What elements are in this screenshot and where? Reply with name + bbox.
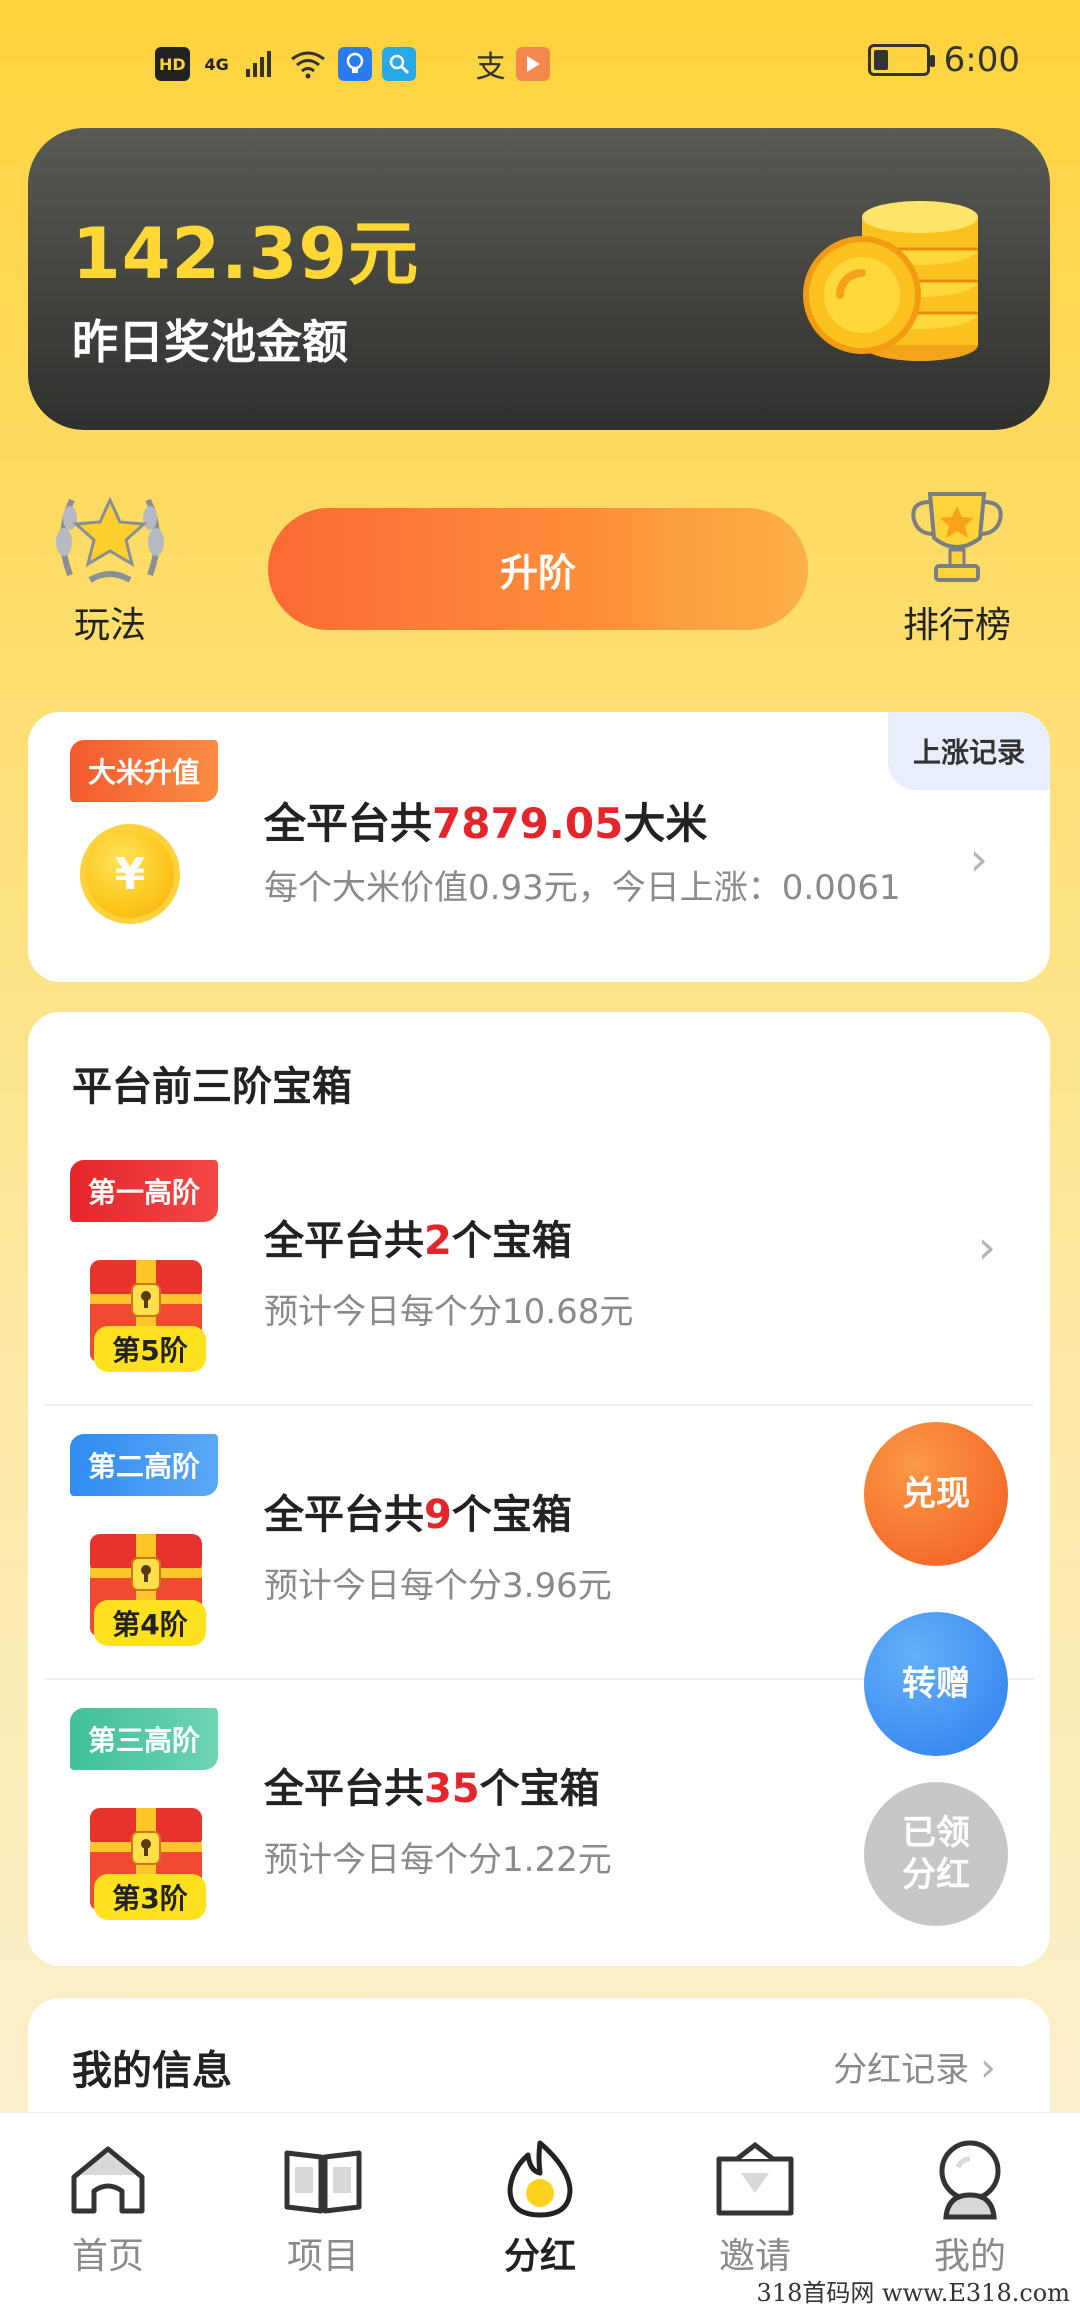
chest-tier-tag: 第一高阶: [70, 1160, 219, 1222]
chest-title-prefix: 全平台共: [264, 1766, 424, 1812]
nav-label-dividend: 分红: [503, 2236, 576, 2277]
nav-label-home: 首页: [71, 2236, 144, 2277]
dividend-record-link[interactable]: 分红记录 ›: [833, 2042, 996, 2091]
alipay-icon: 支: [475, 50, 506, 85]
chest-level-badge: 第3阶: [94, 1874, 206, 1920]
nav-item-home[interactable]: 首页: [43, 2137, 173, 2279]
wifi-icon: [290, 51, 325, 79]
chest-subtitle: 预计今日每个分3.96元: [264, 1566, 612, 1606]
chest-subtitle: 预计今日每个分10.68元: [264, 1292, 634, 1332]
chests-section-title: 平台前三阶宝箱: [72, 1064, 352, 1110]
chevron-right-icon: ›: [980, 2045, 996, 2091]
profile-icon: [939, 2140, 1001, 2220]
chest-level-badge: 第4阶: [94, 1600, 206, 1646]
rice-title-prefix: 全平台共: [264, 799, 433, 848]
chest-title-prefix: 全平台共: [264, 1218, 424, 1264]
nav-item-dividend[interactable]: 分红: [475, 2137, 605, 2279]
rice-value-card[interactable]: 大米升值 上涨记录 ¥ 全平台共7879.05大米 每个大米价值0.93元，今日…: [28, 712, 1050, 982]
chest-title-suffix: 个宝箱: [451, 1218, 572, 1264]
rice-subtitle: 每个大米价值0.93元，今日上涨：0.0061: [264, 868, 901, 908]
rules-entry[interactable]: 玩法: [50, 480, 170, 648]
chest-title: 全平台共2个宝箱: [264, 1208, 572, 1266]
ranking-label: 排行榜: [902, 605, 1011, 646]
home-icon: [71, 2146, 145, 2214]
site-watermark: 318首码网 www.E318.com: [756, 2279, 1070, 2307]
status-time: 6:00: [943, 40, 1020, 80]
chest-count: 9: [424, 1492, 452, 1538]
chest-tier-tag: 第三高阶: [70, 1708, 219, 1770]
row-divider: [44, 1404, 1034, 1406]
rise-record-button[interactable]: 上涨记录: [888, 712, 1050, 790]
cash-out-button[interactable]: 兑现: [864, 1422, 1008, 1566]
nav-label-profile: 我的: [933, 2236, 1006, 2277]
pool-amount: 142.39元: [72, 213, 420, 295]
chest-count: 2: [424, 1218, 452, 1264]
claimed-dividend-button[interactable]: 已领分红: [864, 1782, 1008, 1926]
coins-stack-icon: [803, 201, 978, 361]
rice-tag: 大米升值: [70, 740, 219, 802]
yuan-coin-icon: ¥: [80, 824, 180, 924]
ranking-entry[interactable]: 排行榜: [902, 480, 1012, 648]
invite-envelope-icon: [716, 2141, 794, 2216]
chest-title-prefix: 全平台共: [264, 1492, 424, 1538]
chest-title-suffix: 个宝箱: [451, 1492, 572, 1538]
dividend-record-label: 分红记录: [833, 2050, 970, 2090]
network-4g-icon: 4G: [204, 54, 229, 74]
my-info-title: 我的信息: [72, 2048, 232, 2094]
status-icons-left: HD 4G 支: [155, 42, 550, 86]
upgrade-button[interactable]: 升阶: [268, 508, 808, 630]
status-icons-right: 6:00: [867, 40, 1020, 80]
chest-title: 全平台共35个宝箱: [264, 1756, 600, 1814]
nav-item-invite[interactable]: 邀请: [690, 2137, 820, 2279]
nav-item-projects[interactable]: 项目: [258, 2137, 388, 2279]
rice-total-value: 7879.05: [432, 799, 624, 848]
pool-label: 昨日奖池金额: [72, 315, 348, 369]
nav-label-invite: 邀请: [718, 2236, 791, 2277]
flame-icon: [507, 2140, 573, 2218]
nav-item-profile[interactable]: 我的: [905, 2137, 1035, 2279]
medal-star-icon: [56, 496, 164, 583]
rules-label: 玩法: [73, 605, 146, 646]
chest-count: 35: [424, 1766, 480, 1812]
bulb-app-icon: [337, 47, 372, 81]
trophy-icon: [911, 492, 1003, 582]
chevron-right-icon: ›: [977, 1220, 996, 1274]
search-app-icon: [381, 47, 416, 81]
prize-pool-card: 142.39元 昨日奖池金额: [28, 128, 1050, 430]
signal-icon: [245, 51, 271, 77]
video-app-icon: [515, 47, 550, 81]
status-bar: HD 4G 支 6:00: [0, 0, 1080, 125]
chest-level-badge: 第5阶: [94, 1326, 206, 1372]
rice-total-title: 全平台共7879.05大米: [264, 790, 707, 851]
hd-icon: HD: [155, 47, 190, 81]
nav-label-projects: 项目: [286, 2236, 359, 2277]
chevron-right-icon: ›: [969, 832, 988, 886]
chest-title: 全平台共9个宝箱: [264, 1482, 572, 1540]
battery-icon: [867, 44, 935, 76]
chest-tier-tag: 第二高阶: [70, 1434, 219, 1496]
book-icon: [284, 2150, 362, 2214]
chest-subtitle: 预计今日每个分1.22元: [264, 1840, 612, 1880]
chest-row[interactable]: 第一高阶 第5阶 全平台共2个宝箱 预计今日每个分10.68元 ›: [28, 1160, 1050, 1434]
rice-title-suffix: 大米: [623, 799, 708, 848]
transfer-button[interactable]: 转赠: [864, 1612, 1008, 1756]
chest-title-suffix: 个宝箱: [479, 1766, 600, 1812]
